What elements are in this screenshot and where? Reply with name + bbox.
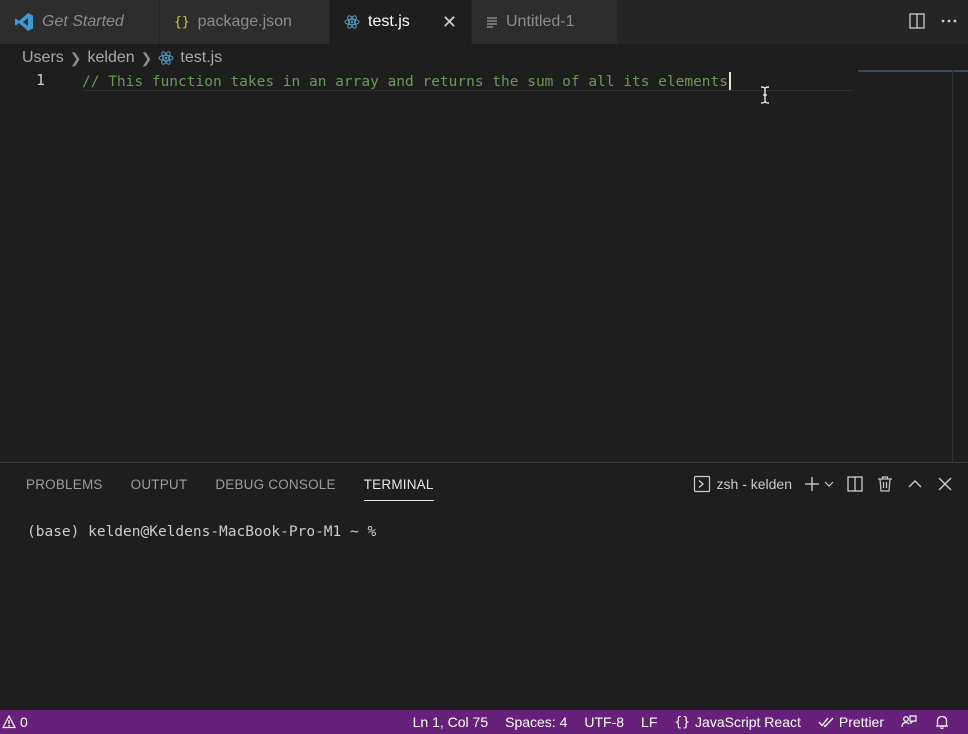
tab-label: package.json — [197, 13, 292, 30]
tab-get-started[interactable]: Get Started — [0, 0, 160, 44]
status-eol[interactable]: LF — [641, 714, 657, 730]
close-icon[interactable]: ✕ — [442, 12, 457, 33]
tab-label: Untitled-1 — [506, 13, 575, 30]
tab-package-json[interactable]: {} package.json — [160, 0, 330, 44]
status-right: Ln 1, Col 75 Spaces: 4 UTF-8 LF {} JavaS… — [413, 714, 950, 730]
tab-terminal[interactable]: TERMINAL — [363, 477, 434, 501]
ibeam-cursor-icon — [759, 86, 771, 104]
status-language[interactable]: {} JavaScript React — [674, 714, 800, 730]
tab-problems[interactable]: PROBLEMS — [26, 477, 103, 501]
status-indentation[interactable]: Spaces: 4 — [505, 714, 567, 730]
more-actions-icon[interactable] — [940, 12, 958, 30]
react-icon — [344, 14, 360, 30]
chevron-right-icon: ❯ — [140, 49, 153, 66]
feedback-icon[interactable] — [901, 714, 917, 730]
chevron-right-icon: ❯ — [69, 49, 82, 66]
line-number: 1 — [36, 71, 46, 89]
bottom-panel: PROBLEMS OUTPUT DEBUG CONSOLE TERMINAL z… — [0, 462, 968, 711]
language-label: JavaScript React — [695, 714, 801, 730]
status-prettier[interactable]: Prettier — [818, 714, 884, 730]
panel-tabs: PROBLEMS OUTPUT DEBUG CONSOLE TERMINAL — [26, 477, 434, 501]
breadcrumb-item-kelden[interactable]: kelden — [88, 49, 135, 67]
tab-untitled-1[interactable]: Untitled-1 — [472, 0, 618, 44]
breadcrumb: Users ❯ kelden ❯ test.js — [22, 46, 222, 70]
status-bar: 0 Ln 1, Col 75 Spaces: 4 UTF-8 LF {} Jav… — [0, 710, 968, 734]
terminal-name: zsh - kelden — [716, 476, 792, 492]
braces-icon: {} — [674, 714, 691, 730]
split-terminal-icon[interactable] — [846, 475, 864, 493]
react-icon — [158, 50, 174, 66]
vscode-logo-icon — [14, 12, 34, 32]
tab-bar: Get Started {} package.json test.js ✕ Un… — [0, 0, 968, 44]
trash-icon[interactable] — [876, 475, 894, 493]
prettier-label: Prettier — [838, 714, 884, 730]
status-problems[interactable]: 0 — [2, 714, 28, 730]
close-panel-icon[interactable] — [936, 475, 954, 493]
code-editor[interactable]: 1 // This function takes in an array and… — [0, 70, 968, 462]
warning-icon — [2, 715, 16, 729]
panel-actions: zsh - kelden — [693, 475, 954, 493]
tab-debug-console[interactable]: DEBUG CONSOLE — [215, 477, 335, 501]
chevron-down-icon[interactable] — [824, 479, 834, 489]
text-cursor — [729, 72, 732, 90]
status-cursor-position[interactable]: Ln 1, Col 75 — [413, 714, 489, 730]
editor-scrollbar[interactable] — [952, 70, 953, 462]
text-file-icon — [486, 16, 498, 28]
terminal-selector[interactable]: zsh - kelden — [693, 475, 792, 493]
bell-icon[interactable] — [934, 714, 950, 730]
new-terminal-icon[interactable] — [804, 476, 834, 492]
terminal-icon — [693, 475, 711, 493]
split-editor-icon[interactable] — [908, 12, 926, 30]
code-line[interactable]: // This function takes in an array and r… — [82, 72, 732, 90]
json-file-icon: {} — [174, 14, 190, 30]
maximize-panel-icon[interactable] — [906, 475, 924, 493]
tab-output[interactable]: OUTPUT — [131, 477, 188, 501]
status-encoding[interactable]: UTF-8 — [584, 714, 624, 730]
tab-label: Get Started — [42, 13, 124, 30]
double-check-icon — [818, 716, 834, 728]
editor-actions — [908, 12, 958, 30]
breadcrumb-item-file[interactable]: test.js — [180, 49, 222, 67]
tab-label: test.js — [368, 13, 410, 30]
current-line-highlight — [82, 90, 854, 91]
terminal-prompt[interactable]: (base) kelden@Keldens-MacBook-Pro-M1 ~ % — [27, 524, 385, 540]
code-comment: // This function takes in an array and r… — [82, 74, 729, 90]
breadcrumb-item-users[interactable]: Users — [22, 49, 64, 67]
tab-test-js[interactable]: test.js ✕ — [330, 0, 472, 44]
problems-count: 0 — [20, 714, 28, 730]
